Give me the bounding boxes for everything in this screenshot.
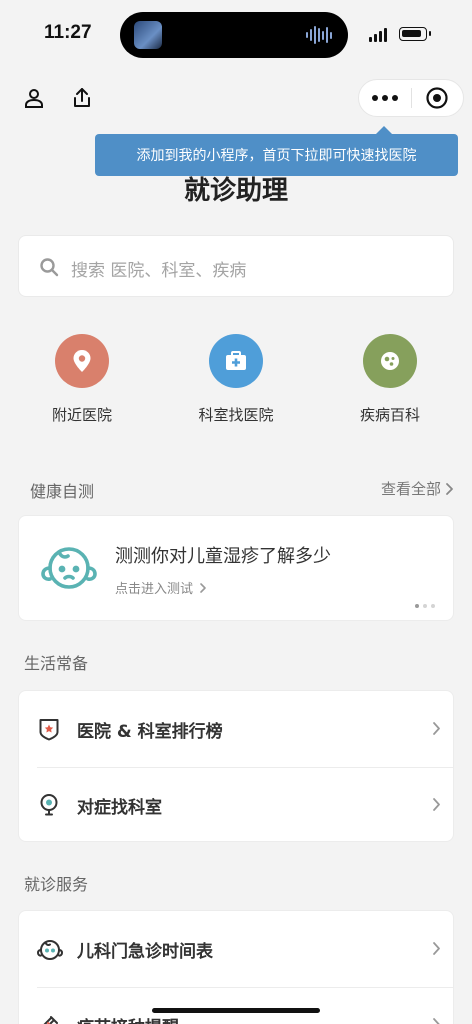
page-title: 就诊助理	[183, 176, 288, 206]
list-item-pediatric-schedule[interactable]: 儿科门急诊时间表	[19, 911, 455, 987]
dynamic-island[interactable]	[120, 12, 348, 58]
section-title-life: 生活常备	[24, 654, 89, 673]
search-placeholder: 搜索 医院、科室、疾病	[71, 261, 247, 281]
list-item-label: 儿科门急诊时间表	[77, 941, 213, 962]
chevron-right-icon	[433, 722, 440, 735]
service-list: 儿科门急诊时间表 疫苗接种提醒	[18, 910, 454, 1024]
chevron-right-icon	[446, 482, 453, 495]
chevron-right-icon	[433, 942, 440, 955]
stethoscope-icon	[37, 793, 61, 817]
audio-waveform-icon	[306, 26, 332, 44]
quick-action-label: 科室找医院	[198, 406, 274, 424]
syringe-icon	[37, 1013, 61, 1024]
cellular-signal-icon	[369, 28, 387, 42]
quick-action-label: 疾病百科	[359, 406, 420, 424]
home-indicator[interactable]	[152, 1008, 320, 1013]
view-all-link[interactable]: 查看全部	[381, 478, 454, 499]
now-playing-artwork	[134, 21, 162, 49]
search-input[interactable]: 搜索 医院、科室、疾病	[18, 235, 454, 297]
quick-action-label: 附近医院	[51, 406, 112, 424]
more-options-icon[interactable]	[359, 80, 411, 116]
health-test-enter[interactable]: 点击进入测试	[115, 578, 207, 597]
tooltip-text: 添加到我的小程序，首页下拉即可快速找医院	[136, 148, 417, 164]
miniprogram-capsule	[358, 79, 464, 117]
share-icon[interactable]	[70, 86, 94, 110]
quick-action-department-hospitals[interactable]: 科室找医院	[161, 334, 311, 425]
battery-icon	[399, 27, 431, 41]
list-item-symptom-department[interactable]: 对症找科室	[19, 767, 455, 843]
list-item-hospital-ranking[interactable]: 医院 & 科室排行榜	[19, 691, 455, 767]
medical-kit-icon	[209, 334, 263, 388]
list-item-label: 对症找科室	[77, 797, 162, 818]
baby-face-icon	[36, 937, 64, 961]
quick-action-disease-encyclopedia[interactable]: 疾病百科	[315, 334, 465, 425]
list-item-label: 疫苗接种提醒	[77, 1013, 179, 1024]
chevron-right-icon	[200, 582, 206, 593]
health-test-title: 测测你对儿童湿疹了解多少	[115, 546, 331, 567]
list-item-vaccine-reminder[interactable]: 疫苗接种提醒	[19, 987, 455, 1024]
view-all-label: 查看全部	[380, 480, 441, 498]
life-list: 医院 & 科室排行榜 对症找科室	[18, 690, 454, 842]
chevron-right-icon	[433, 798, 440, 811]
ranking-badge-icon	[37, 717, 61, 741]
chevron-right-icon	[433, 1018, 440, 1024]
list-item-label: 医院 & 科室排行榜	[77, 721, 223, 742]
section-title-service: 就诊服务	[24, 875, 89, 894]
carousel-indicator	[415, 604, 435, 608]
status-bar: 11:27	[0, 0, 472, 70]
health-test-card[interactable]: 测测你对儿童湿疹了解多少 点击进入测试	[18, 515, 454, 621]
profile-icon[interactable]	[22, 86, 46, 110]
status-time: 11:27	[44, 22, 92, 43]
baby-face-icon	[41, 540, 97, 596]
health-test-subtitle: 点击进入测试	[115, 582, 194, 597]
virus-icon	[363, 334, 417, 388]
search-icon	[39, 257, 59, 281]
location-pin-icon	[55, 334, 109, 388]
close-miniprogram-icon[interactable]	[412, 80, 463, 116]
quick-action-nearby-hospitals[interactable]: 附近医院	[7, 334, 157, 425]
section-title-health-test: 健康自测	[30, 482, 95, 501]
